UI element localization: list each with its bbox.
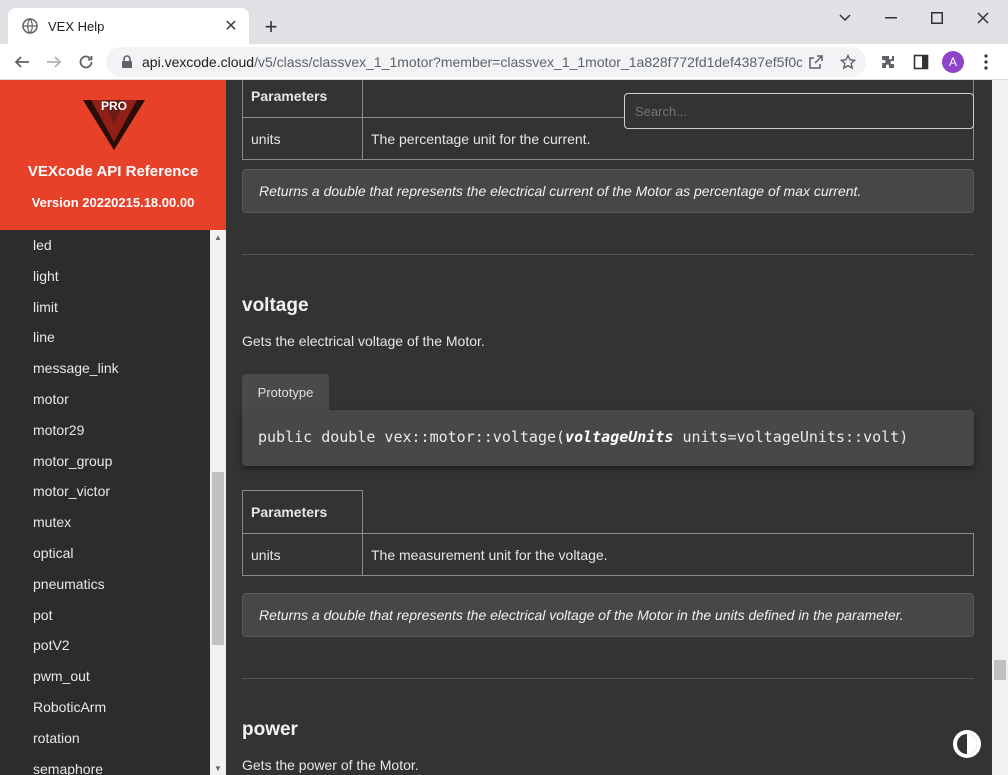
share-icon[interactable] bbox=[806, 52, 826, 72]
sidebar-title: VEXcode API Reference bbox=[27, 163, 199, 180]
sidebar-item[interactable]: motor_group bbox=[33, 446, 119, 477]
power-description: Gets the power of the Motor. bbox=[242, 757, 419, 773]
voltage-code-block: public double vex::motor::voltage(voltag… bbox=[242, 410, 974, 466]
close-tab-icon[interactable]: ✕ bbox=[219, 14, 243, 38]
browser-tab-strip: VEX Help ✕ + bbox=[0, 0, 1008, 44]
sidebar-item[interactable]: message_link bbox=[33, 353, 119, 384]
current-returns-box: Returns a double that represents the ele… bbox=[242, 169, 974, 213]
param-description: The measurement unit for the voltage. bbox=[362, 533, 974, 576]
sidebar-nav-list: led light limit line message_link motor motor2… bbox=[33, 230, 119, 775]
url-text: api.vexcode.cloud/v5/class/classvex_1_1m… bbox=[142, 54, 802, 70]
params-header-empty bbox=[362, 490, 974, 534]
logo-pro-text: PRO bbox=[101, 99, 127, 113]
sidebar-scroll-thumb[interactable] bbox=[212, 472, 224, 645]
sidebar-item[interactable]: pot bbox=[33, 600, 119, 631]
sidebar-item[interactable]: motor bbox=[33, 384, 119, 415]
forward-arrow-icon[interactable] bbox=[40, 48, 68, 76]
sidebar-header: PRO VEXcode API Reference Version 202202… bbox=[0, 80, 226, 230]
sidebar-item[interactable]: rotation bbox=[33, 723, 119, 754]
minimize-icon[interactable] bbox=[868, 4, 914, 32]
section-divider bbox=[242, 678, 974, 679]
main-content: Parameters units The percentage unit for … bbox=[226, 80, 992, 775]
sidebar-item[interactable]: light bbox=[33, 261, 119, 292]
avatar: A bbox=[942, 51, 964, 73]
lock-icon bbox=[120, 55, 134, 69]
search-input[interactable] bbox=[624, 93, 974, 129]
code-type: voltageUnits bbox=[565, 428, 674, 446]
main-scrollbar[interactable] bbox=[992, 80, 1008, 775]
section-divider bbox=[242, 254, 974, 255]
voltage-returns-box: Returns a double that represents the ele… bbox=[242, 593, 974, 637]
voltage-description: Gets the electrical voltage of the Motor… bbox=[242, 333, 485, 349]
voltage-params-table: Parameters units The measurement unit for… bbox=[242, 490, 974, 576]
url-path: /v5/class/classvex_1_1motor?member=class… bbox=[254, 54, 802, 70]
window-close-icon[interactable] bbox=[960, 4, 1006, 32]
scroll-up-icon[interactable]: ▲ bbox=[210, 230, 226, 244]
bookmark-star-icon[interactable] bbox=[838, 52, 858, 72]
new-tab-button[interactable]: + bbox=[258, 14, 284, 40]
browser-toolbar: api.vexcode.cloud/v5/class/classvex_1_1m… bbox=[0, 44, 1008, 80]
code-suffix: units=voltageUnits::volt) bbox=[673, 428, 909, 446]
voltage-heading: voltage bbox=[242, 295, 309, 316]
chevron-down-icon[interactable] bbox=[822, 4, 868, 32]
sidebar-version: Version 20220215.18.00.00 bbox=[31, 195, 195, 210]
address-bar[interactable]: api.vexcode.cloud/v5/class/classvex_1_1m… bbox=[106, 47, 866, 77]
params-header: Parameters bbox=[242, 80, 363, 118]
sidebar-item[interactable]: pwm_out bbox=[33, 661, 119, 692]
sidebar-item[interactable]: pneumatics bbox=[33, 569, 119, 600]
back-arrow-icon[interactable] bbox=[8, 48, 36, 76]
power-heading: power bbox=[242, 719, 298, 740]
side-panel-icon[interactable] bbox=[909, 50, 933, 74]
sidebar-item[interactable]: line bbox=[33, 322, 119, 353]
vexcode-pro-logo: PRO bbox=[83, 99, 145, 150]
params-header: Parameters bbox=[242, 490, 363, 534]
sidebar-item[interactable]: led bbox=[33, 230, 119, 261]
extensions-puzzle-icon[interactable] bbox=[876, 50, 900, 74]
profile-avatar[interactable]: A bbox=[941, 50, 965, 74]
param-name: units bbox=[242, 533, 363, 576]
sidebar-scrollbar[interactable]: ▲ ▼ bbox=[210, 230, 226, 775]
globe-icon bbox=[22, 18, 38, 34]
kebab-menu-icon[interactable] bbox=[974, 50, 998, 74]
sidebar-item[interactable]: limit bbox=[33, 292, 119, 323]
prototype-tab[interactable]: Prototype bbox=[242, 374, 329, 410]
sidebar-item[interactable]: semaphore bbox=[33, 754, 119, 775]
maximize-icon[interactable] bbox=[914, 4, 960, 32]
url-host: api.vexcode.cloud bbox=[142, 54, 255, 70]
sidebar-item[interactable]: motor_victor bbox=[33, 476, 119, 507]
scroll-down-icon[interactable]: ▼ bbox=[210, 761, 226, 775]
sidebar-item[interactable]: potV2 bbox=[33, 630, 119, 661]
code-prefix: public double vex::motor::voltage( bbox=[258, 428, 566, 446]
param-name: units bbox=[242, 117, 363, 160]
browser-tab[interactable]: VEX Help ✕ bbox=[8, 8, 249, 44]
sidebar-item[interactable]: optical bbox=[33, 538, 119, 569]
main-scroll-thumb[interactable] bbox=[994, 660, 1006, 680]
tab-title: VEX Help bbox=[48, 18, 105, 34]
reload-icon[interactable] bbox=[72, 48, 100, 76]
sidebar-item[interactable]: motor29 bbox=[33, 415, 119, 446]
sidebar-item[interactable]: RoboticArm bbox=[33, 692, 119, 723]
theme-toggle-icon[interactable] bbox=[951, 728, 983, 760]
sidebar-nav: led light limit line message_link motor motor2… bbox=[0, 230, 226, 775]
sidebar-item[interactable]: mutex bbox=[33, 507, 119, 538]
